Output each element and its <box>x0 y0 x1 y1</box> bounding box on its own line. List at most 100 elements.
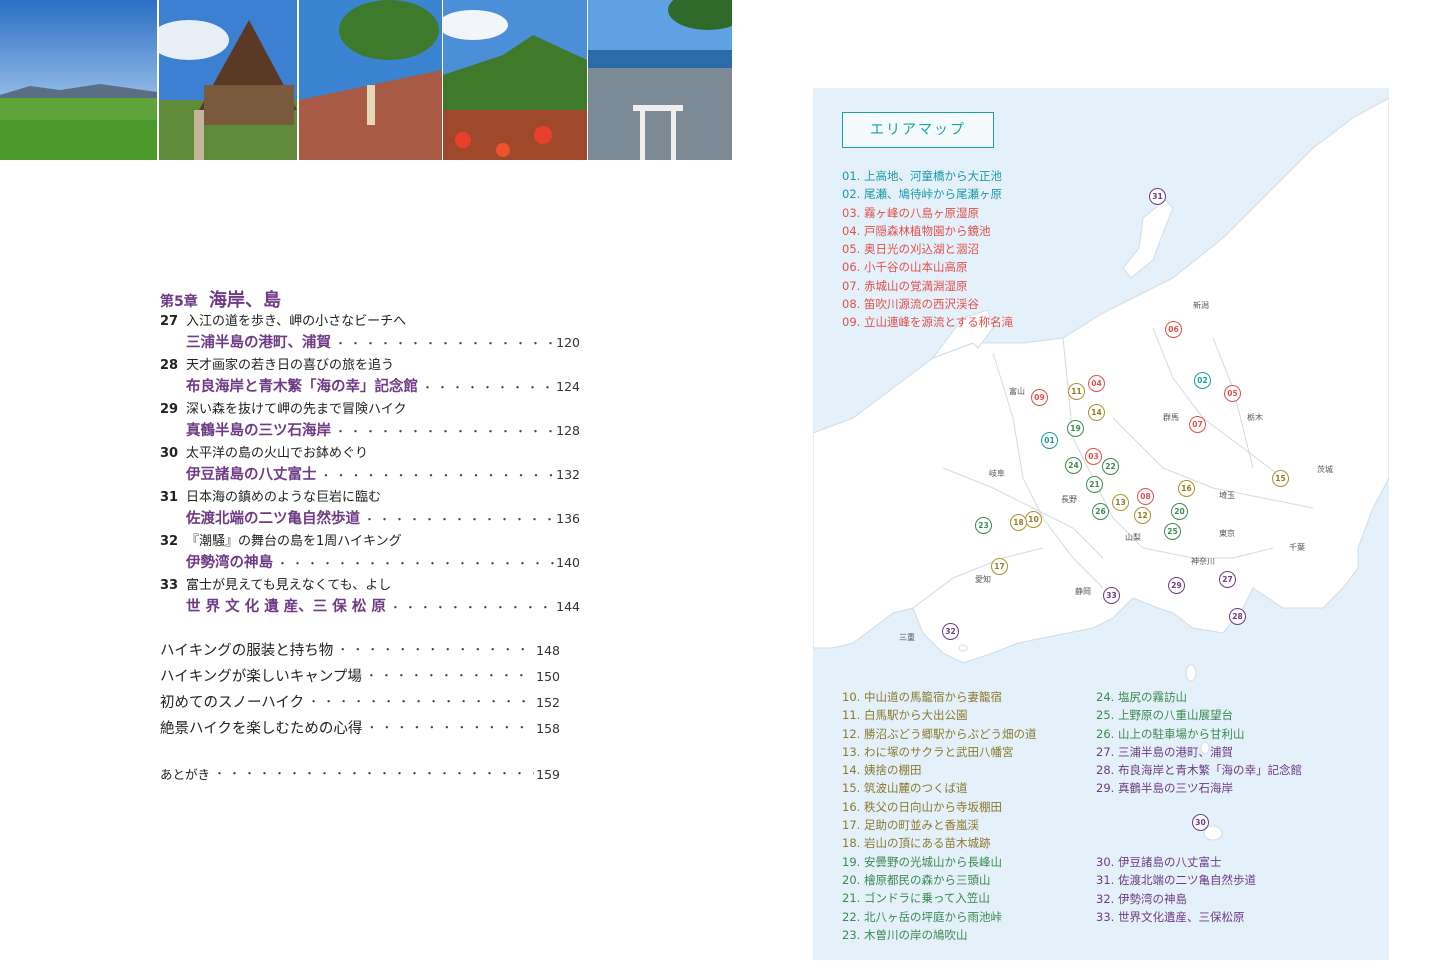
prefecture-label: 愛知 <box>975 575 991 584</box>
map-pin-03[interactable]: 03 <box>1085 448 1102 465</box>
rice-field-photo <box>0 0 157 160</box>
prefecture-label: 三重 <box>899 633 915 642</box>
leader-dots: ・・・・・・・・・・・・・・・・・・・・・・・・・・・・・・・・・・・・ <box>335 337 554 350</box>
toc-extra-item[interactable]: 絶景ハイクを楽しむための心得・・・・・・・・・・・・・・・・・・・・・・・・・・… <box>160 716 560 742</box>
map-pin-08[interactable]: 08 <box>1137 488 1154 505</box>
map-pin-31[interactable]: 31 <box>1149 188 1166 205</box>
map-legend-item: 33. 世界文化遺産、三保松原 <box>1096 909 1245 924</box>
map-legend-item: 05. 奥日光の刈込湖と涸沼 <box>842 242 979 257</box>
map-pin-06[interactable]: 06 <box>1165 321 1182 338</box>
toc-extra-page: 152 <box>536 695 560 710</box>
toc-entry-subtitle-text: 入江の道を歩き、岬の小さなビーチへ <box>186 314 407 329</box>
map-pin-17[interactable]: 17 <box>991 558 1008 575</box>
afterword-label: あとがき <box>160 767 211 782</box>
map-legend-item: 28. 布良海岸と青木繁「海の幸」記念館 <box>1096 763 1302 778</box>
map-legend-item: 27. 三浦半島の港町、浦賀 <box>1096 744 1233 759</box>
toc-entry[interactable]: 31 日本海の鎮めのような巨岩に臨む 佐渡北端の二ツ亀自然歩道 ・・・・・・・・・・・… <box>160 488 580 532</box>
toc-entry-subtitle: 30 太平洋の島の火山でお鉢めぐり <box>160 444 580 464</box>
map-legend-item: 06. 小千谷の山本山高原 <box>842 260 968 275</box>
map-pin-12[interactable]: 12 <box>1134 507 1151 524</box>
toc-extra-item[interactable]: 初めてのスノーハイク・・・・・・・・・・・・・・・・・・・・・・・・・・・・・・… <box>160 690 560 716</box>
toc-entry-page: 132 <box>556 467 580 482</box>
map-pin-24[interactable]: 24 <box>1065 457 1082 474</box>
toc-extra-item[interactable]: ハイキングが楽しいキャンプ場・・・・・・・・・・・・・・・・・・・・・・・・・・… <box>160 664 560 690</box>
map-pin-29[interactable]: 29 <box>1168 577 1185 594</box>
toc-entry-title: 真鶴半島の三ツ石海岸・・・・・・・・・・・・・・・・・・・・・・・・・・・・・・… <box>160 420 580 442</box>
toc-entry-number: 31 <box>160 490 179 505</box>
toc-entry-page: 140 <box>556 555 580 570</box>
map-legend-item: 12. 勝沼ぶどう郷駅からぶどう畑の道 <box>842 726 1037 741</box>
map-pin-25[interactable]: 25 <box>1164 523 1181 540</box>
toc-entry[interactable]: 28 天才画家の若き日の喜びの旅を追う 布良海岸と青木繁「海の幸」記念館 ・・・・・・… <box>160 356 580 400</box>
toc-entry-subtitle: 31 日本海の鎮めのような巨岩に臨む <box>160 488 580 508</box>
toc-entry-title: 伊豆諸島の八丈富士・・・・・・・・・・・・・・・・・・・・・・・・・・・・・・・… <box>160 464 580 486</box>
map-legend-item: 15. 筑波山麓のつくば道 <box>842 781 968 796</box>
map-pin-26[interactable]: 26 <box>1092 503 1109 520</box>
map-legend-item: 03. 霧ヶ峰の八島ヶ原湿原 <box>842 205 979 220</box>
toc-entry-subtitle: 27 入江の道を歩き、岬の小さなビーチへ <box>160 312 580 332</box>
toc-entry-title-text: 伊豆諸島の八丈富士 <box>186 467 317 483</box>
map-pin-19[interactable]: 19 <box>1067 420 1084 437</box>
map-pin-11[interactable]: 11 <box>1068 383 1085 400</box>
toc-entry-title: 伊勢湾の神島・・・・・・・・・・・・・・・・・・・・・・・・・・・・・・・・・・… <box>160 552 580 574</box>
toc-entries: 27 入江の道を歩き、岬の小さなビーチへ 三浦半島の港町、浦賀 ・・・・・・・・・・・… <box>160 312 580 620</box>
map-pin-02[interactable]: 02 <box>1194 372 1211 389</box>
map-legend-item: 09. 立山連峰を源流とする称名滝 <box>842 315 1014 330</box>
leader-dots: ・・・・・・・・・・・・・・・・・・・・・・・・・・・・・・・・・・・・ <box>277 557 554 570</box>
map-pin-01[interactable]: 01 <box>1041 432 1058 449</box>
map-legend-item: 02. 尾瀬、鳩待峠から尾瀬ヶ原 <box>842 187 1002 202</box>
leader-dots: ・・・・・・・・・・・・・・・・・・・・・・・・・・・・・・・・・・・・ <box>364 513 554 526</box>
toc-extra-item[interactable]: ハイキングの服装と持ち物・・・・・・・・・・・・・・・・・・・・・・・・・・・・… <box>160 638 560 664</box>
toc-entry-number: 30 <box>160 446 179 461</box>
map-pin-28[interactable]: 28 <box>1229 608 1246 625</box>
map-pin-21[interactable]: 21 <box>1086 476 1103 493</box>
map-pin-33[interactable]: 33 <box>1103 587 1120 604</box>
prefecture-label: 新潟 <box>1193 301 1209 310</box>
map-pin-09[interactable]: 09 <box>1031 389 1048 406</box>
map-pin-23[interactable]: 23 <box>975 517 992 534</box>
map-legend-item: 16. 秩父の日向山から寺坂棚田 <box>842 799 1002 814</box>
map-pin-22[interactable]: 22 <box>1102 458 1119 475</box>
map-legend-item: 14. 姨捨の棚田 <box>842 763 922 778</box>
toc-entry[interactable]: 29 深い森を抜けて岬の先まで冒険ハイク 真鶴半島の三ツ石海岸 ・・・・・・・・・・・… <box>160 400 580 444</box>
map-pin-14[interactable]: 14 <box>1088 404 1105 421</box>
prefecture-label: 岐阜 <box>989 469 1005 478</box>
toc-entry-title-text: 世 界 文 化 遺 産、三 保 松 原 <box>186 599 386 615</box>
map-legend-item: 23. 木曽川の岸の鳩吹山 <box>842 927 968 942</box>
map-legend-item: 21. ゴンドラに乗って入笠山 <box>842 891 990 906</box>
map-pin-27[interactable]: 27 <box>1219 571 1236 588</box>
map-pin-15[interactable]: 15 <box>1272 470 1289 487</box>
map-pin-18[interactable]: 18 <box>1010 514 1027 531</box>
toc-entry[interactable]: 30 太平洋の島の火山でお鉢めぐり 伊豆諸島の八丈富士 ・・・・・・・・・・・・・・・… <box>160 444 580 488</box>
map-legend-item: 11. 白馬駅から大出公園 <box>842 708 968 723</box>
map-pin-32[interactable]: 32 <box>942 623 959 640</box>
toc-entry-title-text: 三浦半島の港町、浦賀 <box>186 335 331 351</box>
map-legend-left: 10. 中山道の馬籠宿から妻籠宿 11. 白馬駅から大出公園 12. 勝沼ぶどう郷駅… <box>842 688 1036 944</box>
leader-dots: ・・・・・・・・・・・・・・・・・・・・・・・・・・・・・・・・・・・・ <box>337 643 534 656</box>
toc-entry[interactable]: 27 入江の道を歩き、岬の小さなビーチへ三浦半島の港町、浦賀 ・・・・・・・・・・・… <box>160 312 580 356</box>
toc-entry[interactable]: 33 富士が見えても見えなくても、よし世 界 文 化 遺 産、三 保 松 原・・・… <box>160 576 580 620</box>
map-legend-item: 17. 足助の町並みと香嵐渓 <box>842 818 979 833</box>
toc-entry-number: 29 <box>160 402 179 417</box>
toc-entry-subtitle: 33 富士が見えても見えなくても、よし <box>160 576 580 596</box>
map-legend-right-b: 30. 伊豆諸島の八丈富士 31. 佐渡北端の二ツ亀自然歩道 32. 伊勢湾の神島 3… <box>1096 853 1256 926</box>
map-pin-30[interactable]: 30 <box>1192 814 1209 831</box>
chapter-title: 海岸、島 <box>208 290 281 311</box>
toc-extra-page: 158 <box>536 721 560 736</box>
map-legend-item: 31. 佐渡北端の二ツ亀自然歩道 <box>1096 873 1256 888</box>
map-pin-04[interactable]: 04 <box>1088 375 1105 392</box>
map-legend-item: 24. 塩尻の霧訪山 <box>1096 690 1187 704</box>
toc-entry[interactable]: 32 『潮騒』の舞台の島を1周ハイキング 伊勢湾の神島 ・・・・・・・・・・・・・・・… <box>160 532 580 576</box>
map-pin-20[interactable]: 20 <box>1171 503 1188 520</box>
toc-entry-subtitle-text: 日本海の鎮めのような巨岩に臨む <box>186 490 382 505</box>
prefecture-label: 神奈川 <box>1191 557 1215 566</box>
map-pin-10[interactable]: 10 <box>1025 511 1042 528</box>
map-pin-16[interactable]: 16 <box>1178 480 1195 497</box>
map-pin-13[interactable]: 13 <box>1112 494 1129 511</box>
map-pin-05[interactable]: 05 <box>1224 385 1241 402</box>
map-pin-07[interactable]: 07 <box>1189 416 1206 433</box>
hikers-rock-photo <box>299 0 442 160</box>
toc-entry-number: 33 <box>160 578 179 593</box>
toc-afterword[interactable]: あとがき ・・・・・・・・・・・・・・・・・・・・・・・・・・・・・・・・・・・… <box>160 762 560 788</box>
map-legend-item: 22. 北八ヶ岳の坪庭から雨池峠 <box>842 909 1002 924</box>
